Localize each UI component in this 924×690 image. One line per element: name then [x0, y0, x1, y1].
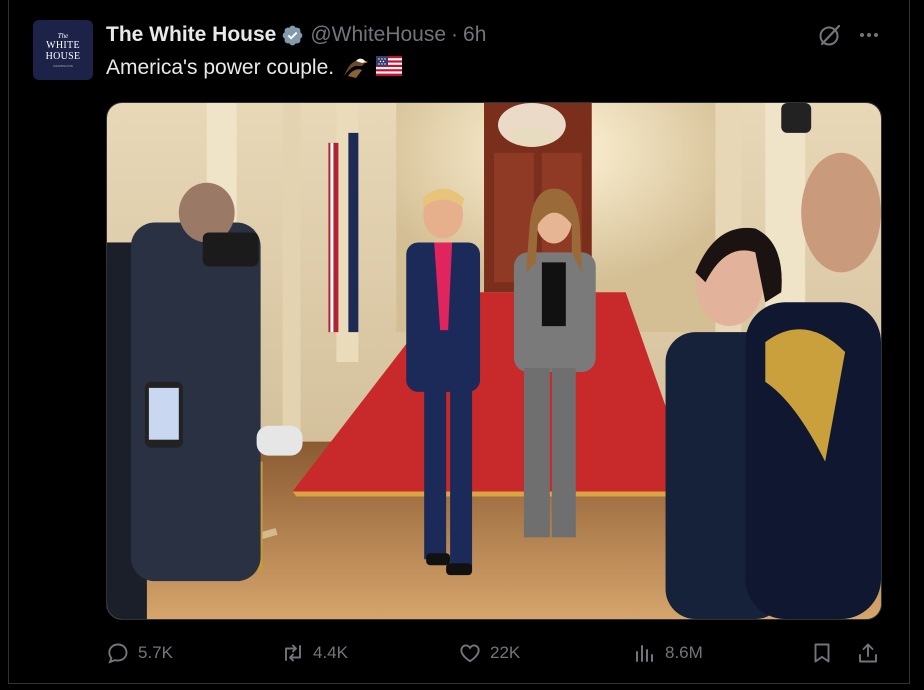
tweet-photo[interactable]: [106, 102, 882, 620]
views-button[interactable]: 8.6M: [633, 638, 703, 668]
repost-count: 4.4K: [313, 643, 348, 662]
share-icon: [859, 643, 877, 663]
us-flag-emoji: [376, 56, 403, 80]
avatar-line2: HOUSE: [45, 50, 81, 62]
avatar[interactable]: The WHITE HOUSE WASHINGTON: [33, 20, 93, 80]
verified-badge-icon[interactable]: [281, 24, 304, 47]
more-icon[interactable]: [857, 22, 883, 48]
grok-icon[interactable]: [817, 22, 843, 48]
tweet-text: America's power couple.: [106, 56, 403, 80]
timestamp[interactable]: 6h: [463, 23, 486, 47]
tweet-header: The White House @WhiteHouse · 6h: [106, 21, 486, 49]
like-button[interactable]: 22K: [458, 638, 520, 668]
repost-icon: [285, 644, 301, 662]
eagle-emoji: [342, 56, 369, 80]
reply-count: 5.7K: [138, 643, 173, 662]
avatar-line1: WHITE: [46, 39, 80, 51]
share-button[interactable]: [856, 638, 880, 668]
bookmark-icon: [814, 643, 830, 663]
tweet-actions: 5.7K 4.4K 22K 8.6M: [106, 638, 882, 668]
repost-button[interactable]: 4.4K: [281, 638, 348, 668]
account-handle[interactable]: @WhiteHouse: [310, 23, 446, 47]
tweet-body: America's power couple.: [106, 56, 335, 79]
separator-dot: ·: [451, 23, 459, 46]
reply-icon: [108, 643, 128, 664]
avatar-sub: WASHINGTON: [53, 63, 73, 68]
reply-button[interactable]: 5.7K: [106, 638, 173, 668]
heart-icon: [460, 644, 480, 663]
account-name[interactable]: The White House: [106, 23, 276, 47]
analytics-icon: [636, 645, 653, 662]
avatar-the: The: [57, 31, 69, 40]
views-count: 8.6M: [665, 643, 703, 662]
bookmark-button[interactable]: [810, 638, 834, 668]
like-count: 22K: [490, 643, 521, 662]
